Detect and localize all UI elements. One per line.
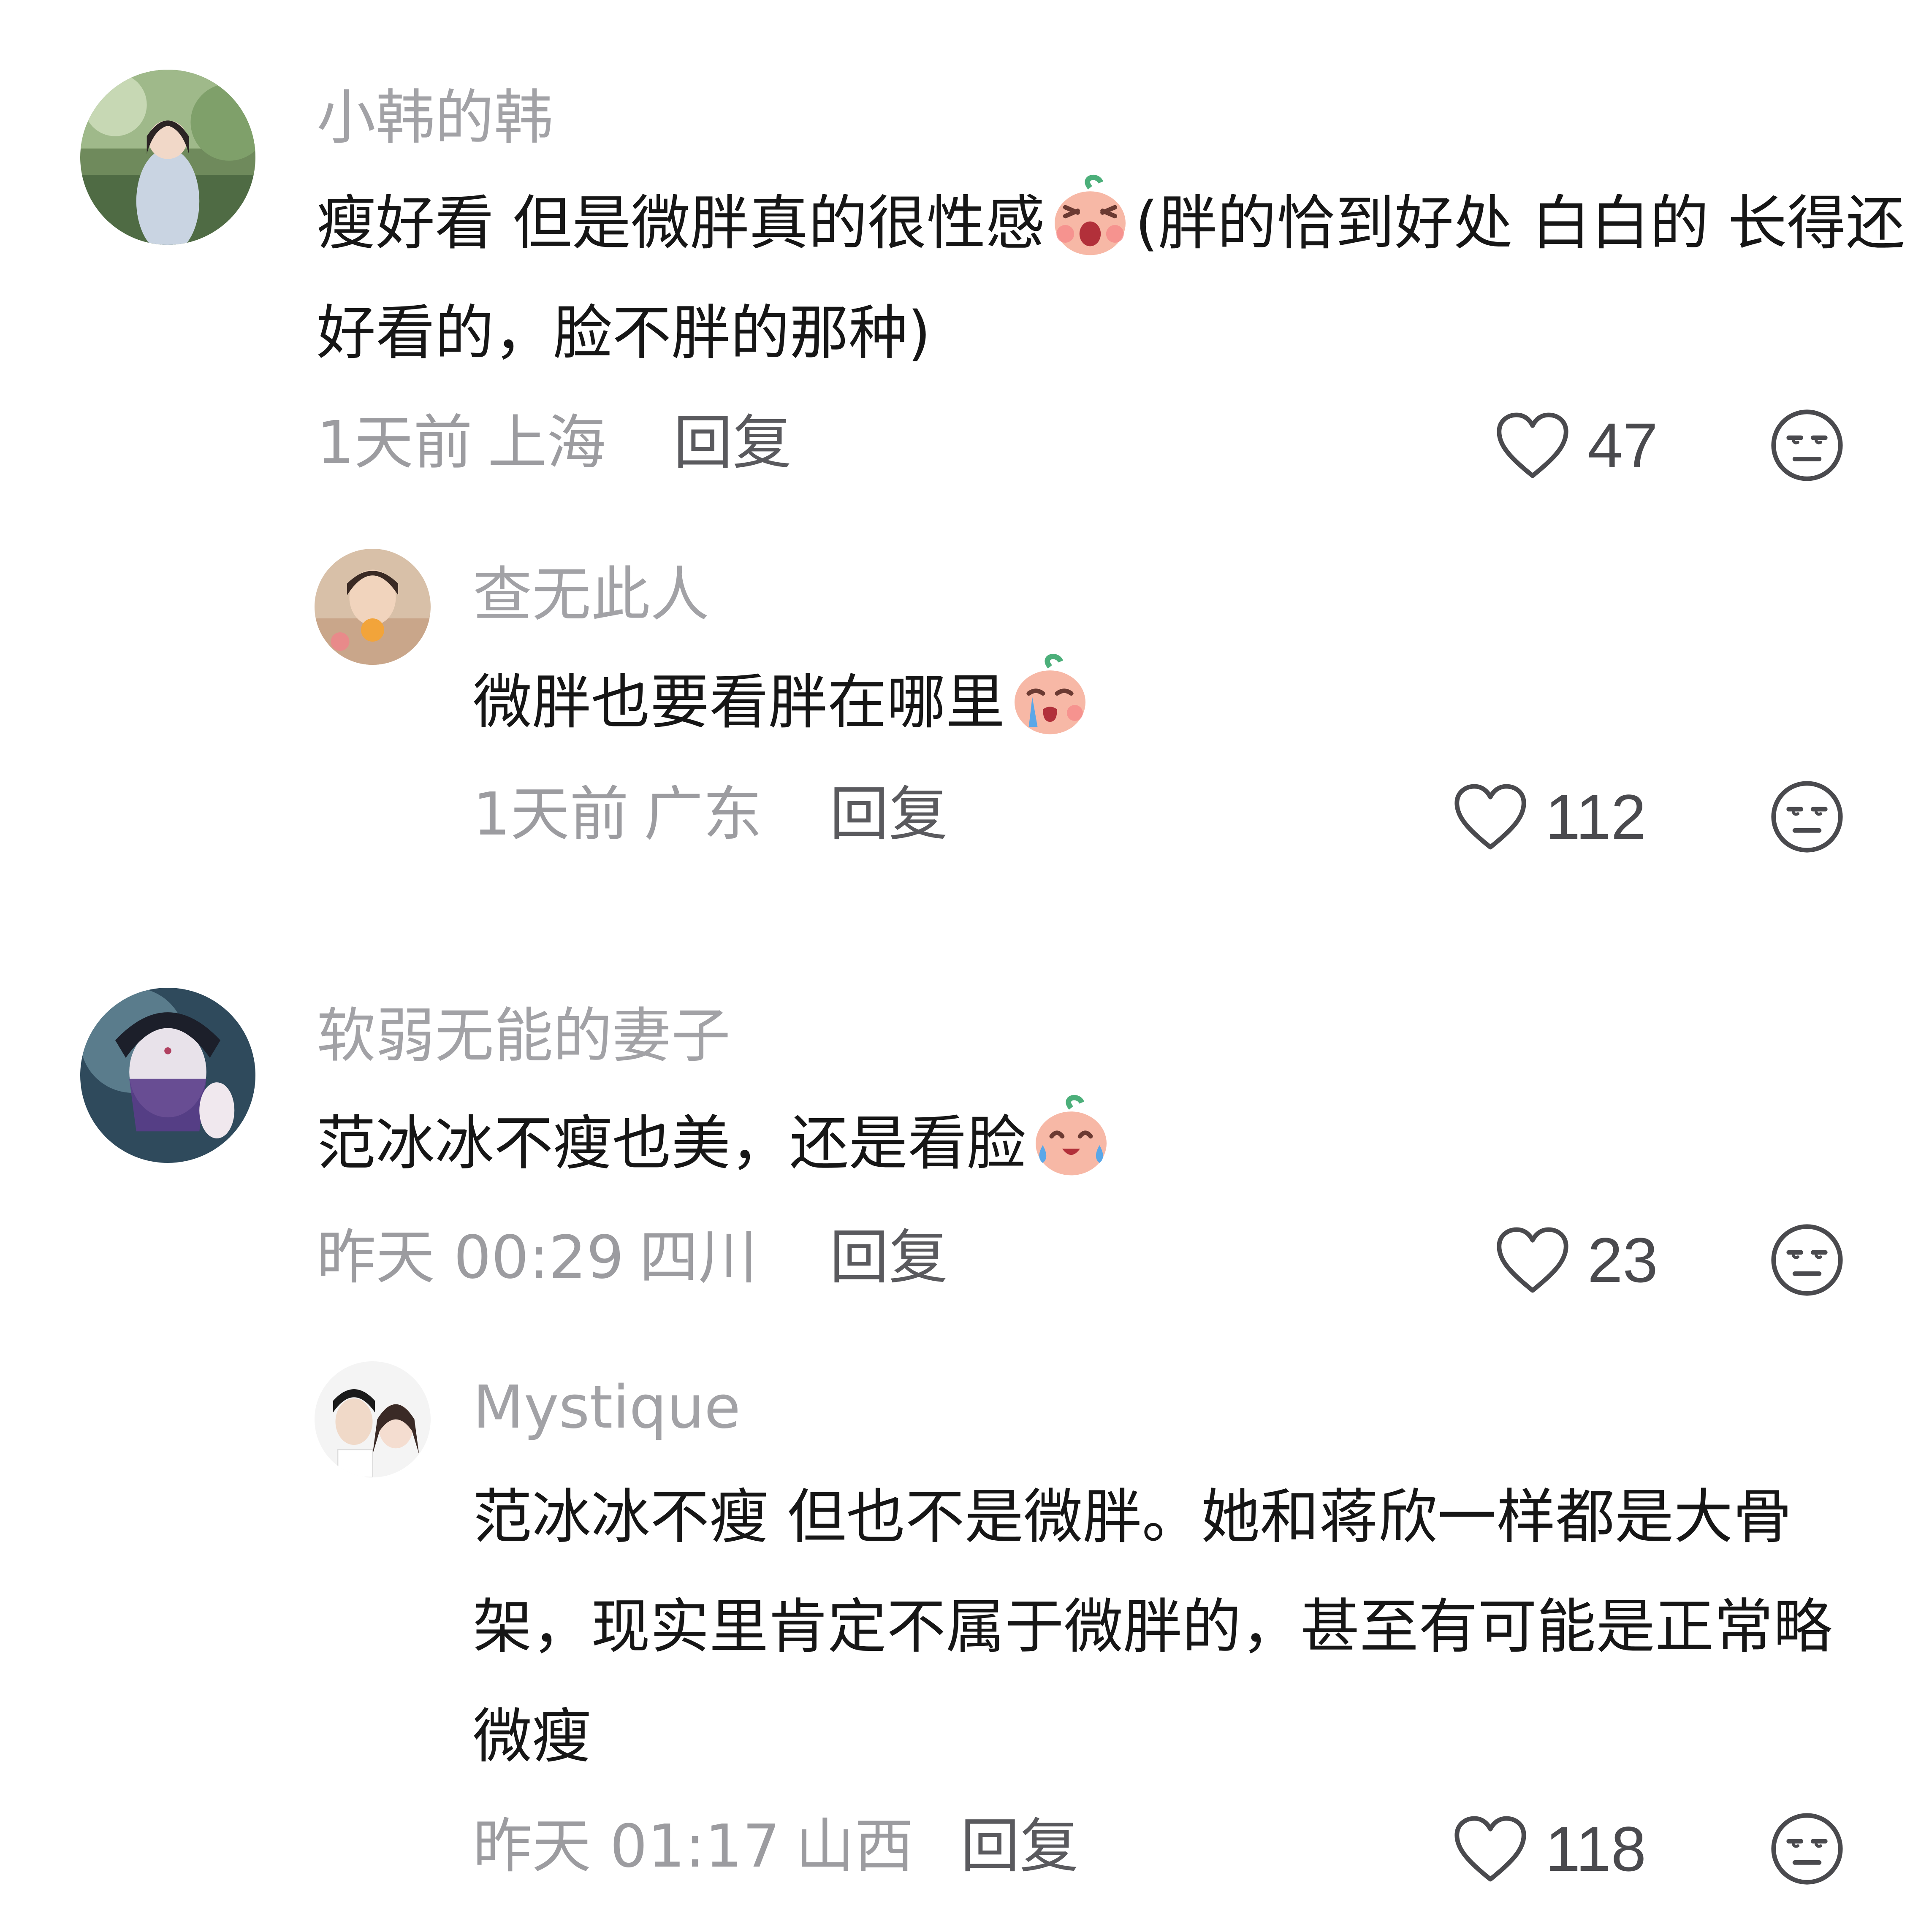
dislike-button[interactable]: [1769, 407, 1845, 483]
like-button[interactable]: 112: [1452, 779, 1646, 855]
avatar-image: [80, 988, 255, 1163]
username[interactable]: Mystique: [473, 1370, 741, 1446]
avatar-image: [315, 1361, 431, 1477]
comment-text: 范冰冰不瘦也美，还是看脸: [317, 1089, 1913, 1199]
heart-outline-icon: [1497, 412, 1568, 478]
reply-button[interactable]: 回复: [830, 1220, 948, 1296]
comment-time: 1天前: [317, 409, 473, 477]
crying-face-emoji: [1006, 651, 1094, 740]
username[interactable]: 小韩的韩: [317, 80, 553, 156]
unamused-face-icon: [1771, 409, 1843, 481]
avatar[interactable]: [315, 549, 431, 665]
like-count: 118: [1545, 1813, 1647, 1884]
comment-time: 昨天 00:29: [317, 1223, 624, 1292]
comment-meta: 1天前 广东: [473, 777, 762, 853]
comment-text-part: 范冰冰不瘦也美，还是看脸: [317, 1109, 1026, 1178]
username[interactable]: 软弱无能的妻子: [317, 998, 730, 1074]
comment-text-part: 范冰冰不瘦 但也不是微胖。她和蒋欣一样都是大骨架，现实里肯定不属于微胖的，甚至有…: [473, 1483, 1833, 1771]
tears-of-joy-emoji: [1027, 1092, 1115, 1181]
like-button[interactable]: 118: [1452, 1811, 1646, 1887]
dislike-button[interactable]: [1769, 1811, 1845, 1887]
like-count: 112: [1545, 781, 1647, 852]
avatar-image: [315, 549, 431, 665]
comment-location: 上海: [488, 409, 606, 477]
comment-location: 四川: [639, 1223, 757, 1292]
comment-text: 微胖也要看胖在哪里: [473, 648, 1866, 758]
avatar[interactable]: [315, 1361, 431, 1477]
comment-text-part: 微胖也要看胖在哪里: [473, 668, 1005, 737]
avatar[interactable]: [80, 988, 255, 1163]
avatar-image: [80, 70, 255, 245]
heart-outline-icon: [1454, 784, 1526, 850]
comment-meta: 昨天 01:17 山西: [473, 1809, 914, 1885]
comment-text: 范冰冰不瘦 但也不是微胖。她和蒋欣一样都是大骨架，现实里肯定不属于微胖的，甚至有…: [473, 1463, 1866, 1792]
unamused-face-icon: [1771, 1813, 1843, 1885]
comment-location: 广东: [644, 780, 762, 849]
heart-outline-icon: [1497, 1227, 1568, 1293]
heart-outline-icon: [1454, 1816, 1526, 1882]
reply-button[interactable]: 回复: [830, 777, 948, 853]
comment-text: 瘦好看 但是微胖真的很性感 (胖的恰到好处 白白的 长得还好看的，脸不胖的那种): [317, 169, 1913, 388]
dislike-button[interactable]: [1769, 1222, 1845, 1298]
unamused-face-icon: [1771, 1224, 1843, 1296]
comment-location: 山西: [795, 1812, 914, 1881]
username[interactable]: 查无此人: [473, 557, 709, 633]
comment-text-part: 瘦好看 但是微胖真的很性感: [317, 189, 1045, 258]
like-count: 23: [1587, 1225, 1658, 1295]
comment-time: 昨天 01:17: [473, 1812, 780, 1881]
reply-button[interactable]: 回复: [960, 1809, 1079, 1885]
comment-time: 1天前: [473, 780, 629, 849]
reply-button[interactable]: 回复: [673, 405, 792, 481]
like-button[interactable]: 47: [1495, 407, 1658, 483]
avatar[interactable]: [80, 70, 255, 245]
comment-meta: 昨天 00:29 四川: [317, 1220, 757, 1296]
dislike-button[interactable]: [1769, 779, 1845, 855]
screaming-face-emoji: [1046, 172, 1134, 260]
comment-meta: 1天前 上海: [317, 405, 606, 481]
like-button[interactable]: 23: [1495, 1222, 1658, 1298]
like-count: 47: [1587, 410, 1658, 481]
unamused-face-icon: [1771, 781, 1843, 853]
